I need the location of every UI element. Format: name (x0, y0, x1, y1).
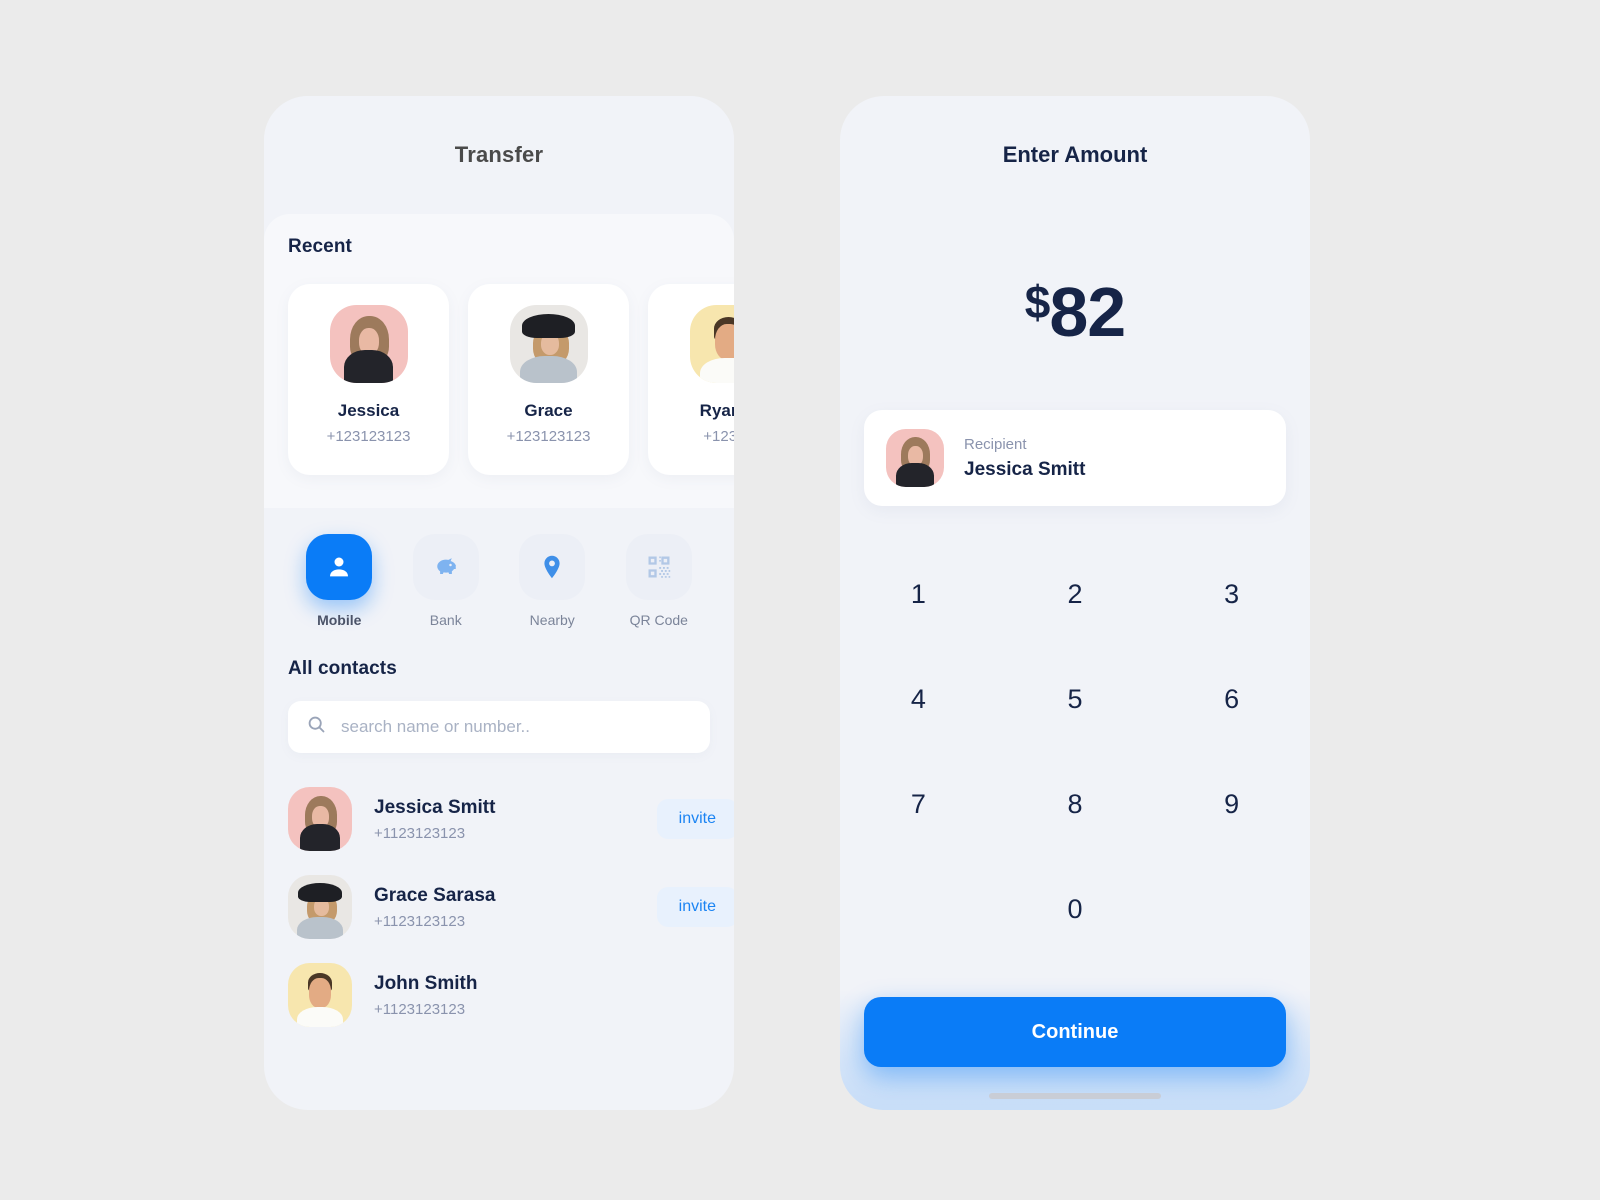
invite-button[interactable]: invite (656, 887, 734, 927)
key-6[interactable]: 6 (1153, 647, 1310, 752)
key-5[interactable]: 5 (997, 647, 1154, 752)
contact-text: Grace Sarasa +1123123123 (374, 885, 657, 930)
contact-name: John Smith (374, 972, 478, 994)
contact-name: Jessica Smitt (374, 796, 496, 818)
method-mobile[interactable]: Mobile (286, 534, 393, 628)
recent-contact-phone: +123123123 (506, 428, 591, 445)
method-label: Bank (429, 612, 462, 628)
avatar (288, 787, 352, 851)
amount-display: $ 82 (840, 214, 1310, 410)
recipient-name: Jessica Smitt (964, 458, 1086, 480)
recent-contact-card[interactable]: Jessica +123123123 (288, 284, 449, 475)
transfer-phone-screen: Transfer Recent Jessica +123123123 Grace… (264, 96, 734, 1110)
recent-section: Recent Jessica +123123123 Grace +1231231… (264, 214, 734, 508)
key-3[interactable]: 3 (1153, 542, 1310, 647)
key-0[interactable]: 0 (997, 857, 1154, 962)
all-contacts-heading: All contacts (288, 658, 397, 679)
search-icon (306, 714, 327, 740)
avatar (329, 305, 408, 383)
avatar (689, 305, 734, 383)
key-blank-right (1153, 857, 1310, 962)
recent-contact-name: Jessica (337, 401, 400, 420)
transfer-methods-row: Mobile Bank Nearby QR Code (264, 508, 734, 628)
key-7[interactable]: 7 (840, 752, 997, 857)
qr-code-icon (625, 534, 692, 600)
key-4[interactable]: 4 (840, 647, 997, 752)
recent-contact-card[interactable]: Grace +123123123 (468, 284, 629, 475)
page-title: Transfer (454, 142, 544, 167)
avatar (288, 875, 352, 939)
screenshot-stage: Transfer Recent Jessica +123123123 Grace… (0, 0, 1600, 1200)
recent-contact-phone: +123123123 (326, 428, 411, 445)
search-bar[interactable] (288, 701, 710, 753)
avatar (509, 305, 588, 383)
amount-phone-screen: Enter Amount $ 82 Recipient Jessica Smit… (840, 96, 1310, 1110)
key-blank-left (840, 857, 997, 962)
recipient-card[interactable]: Recipient Jessica Smitt (864, 410, 1286, 506)
currency-symbol: $ (1024, 276, 1051, 328)
amount-value: 82 (1049, 273, 1126, 351)
home-indicator (989, 1093, 1161, 1099)
piggy-bank-icon (412, 534, 479, 600)
numeric-keypad: 1 2 3 4 5 6 7 8 9 0 (840, 542, 1310, 962)
recipient-label: Recipient (964, 435, 1027, 453)
avatar (886, 429, 944, 487)
contact-phone: +1123123123 (374, 912, 466, 930)
contacts-list: Jessica Smitt +1123123123 invite Grace S… (264, 753, 734, 1039)
invite-button[interactable]: invite (656, 799, 734, 839)
key-8[interactable]: 8 (997, 752, 1154, 857)
contact-phone: +1123123123 (374, 1000, 466, 1018)
all-contacts-section: All contacts (264, 628, 734, 753)
recent-heading: Recent (288, 236, 352, 257)
contact-text: John Smith +1123123123 (374, 973, 710, 1018)
recipient-text: Recipient Jessica Smitt (964, 436, 1085, 481)
method-qr-code[interactable]: QR Code (606, 534, 713, 628)
continue-button[interactable]: Continue (864, 997, 1286, 1067)
amount-header: Enter Amount (840, 96, 1310, 214)
contact-row[interactable]: Grace Sarasa +1123123123 invite (288, 863, 734, 951)
method-label: Mobile (317, 612, 362, 628)
method-bank[interactable]: Bank (393, 534, 500, 628)
key-1[interactable]: 1 (840, 542, 997, 647)
recent-contact-phone: +12312 (703, 428, 734, 445)
method-label: Nearby (529, 612, 575, 628)
contact-name: Grace Sarasa (374, 884, 496, 906)
location-pin-icon (519, 534, 586, 600)
search-input[interactable] (341, 717, 692, 737)
transfer-header: Transfer (264, 96, 734, 214)
avatar (288, 963, 352, 1027)
person-icon (306, 534, 373, 600)
recent-contact-name: Grace (524, 401, 573, 420)
method-nearby[interactable]: Nearby (499, 534, 606, 628)
continue-area: Continue (840, 990, 1310, 1110)
method-label: QR Code (629, 612, 688, 628)
contact-text: Jessica Smitt +1123123123 (374, 797, 657, 842)
contact-row[interactable]: Jessica Smitt +1123123123 invite (288, 775, 734, 863)
key-9[interactable]: 9 (1153, 752, 1310, 857)
contact-phone: +1123123123 (374, 824, 466, 842)
recent-contact-name: Ryan S (699, 401, 734, 420)
amount-page-title: Enter Amount (1002, 142, 1148, 167)
recent-contact-card[interactable]: Ryan S +12312 (648, 284, 734, 475)
contact-row[interactable]: John Smith +1123123123 (288, 951, 710, 1039)
recent-contacts-row: Jessica +123123123 Grace +123123123 Ryan… (288, 284, 734, 475)
key-2[interactable]: 2 (997, 542, 1154, 647)
